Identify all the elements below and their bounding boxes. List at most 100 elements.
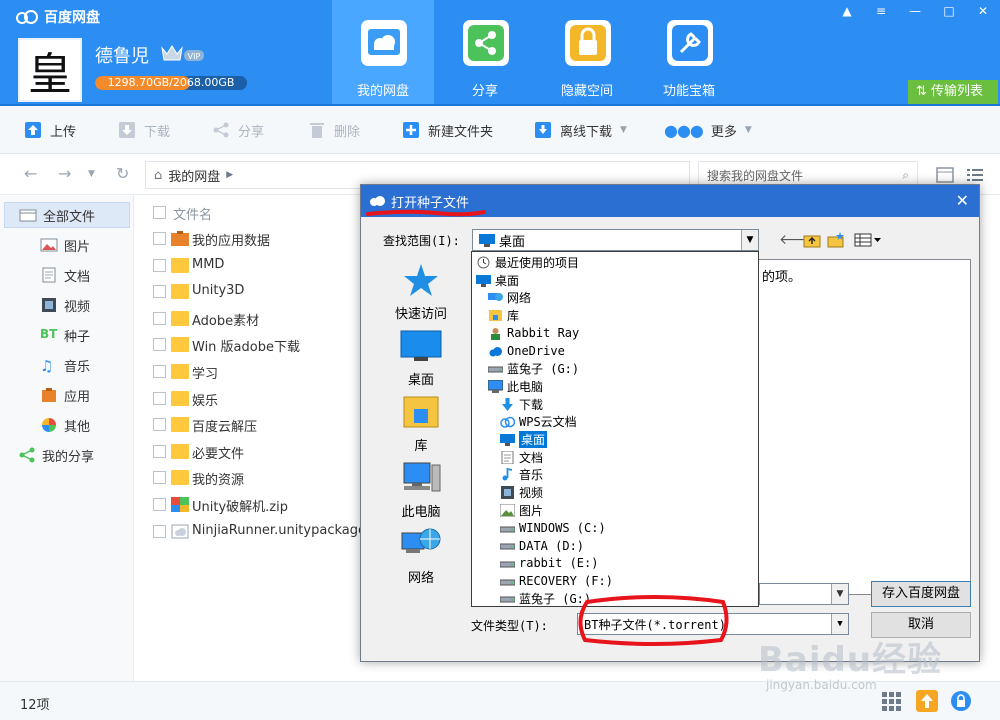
row-checkbox[interactable] (153, 311, 166, 325)
row-checkbox[interactable] (153, 444, 166, 458)
back-icon[interactable]: 🡐 (779, 231, 817, 249)
view-menu-icon[interactable] (853, 231, 883, 249)
menu-icon[interactable]: ≡ (864, 0, 898, 22)
file-name[interactable]: Unity3D (192, 283, 244, 298)
row-checkbox[interactable] (153, 524, 166, 538)
offline-download-button[interactable]: 离线下载 ▼ (534, 120, 627, 140)
sidebar-item-all-files[interactable]: 全部文件 (4, 202, 130, 228)
minimize-icon[interactable]: — (898, 0, 932, 22)
file-name[interactable]: 学习 (192, 363, 218, 382)
tab-hidden-space[interactable]: 隐藏空间 (536, 0, 638, 104)
save-to-baidu-button[interactable]: 存入百度网盘 (871, 581, 971, 607)
dropdown-item[interactable]: 音乐 (500, 466, 543, 483)
transfer-list-button[interactable]: ⇅ 传输列表 (908, 80, 998, 104)
place-this-pc[interactable]: 此电脑 (381, 461, 461, 523)
dialog-close-icon[interactable]: ✕ (956, 191, 969, 210)
file-name[interactable]: 我的资源 (192, 469, 244, 488)
chevron-down-icon[interactable]: ▼ (745, 125, 752, 135)
dropdown-item[interactable]: 此电脑 (488, 378, 543, 395)
maximize-icon[interactable]: □ (932, 0, 966, 22)
file-name[interactable]: Unity破解机.zip (192, 496, 288, 515)
sidebar-item-other[interactable]: 其他 (4, 412, 130, 438)
download-button[interactable]: 下载 (118, 120, 170, 140)
dropdown-item[interactable]: Rabbit Ray (488, 325, 579, 342)
row-checkbox[interactable] (153, 338, 166, 352)
dropdown-item[interactable]: 蓝兔子 (G:) (488, 360, 579, 377)
vip-badge-icon[interactable]: VIP (158, 42, 206, 64)
notification-icon[interactable]: ▲ (830, 0, 864, 22)
back-arrow-icon[interactable]: ← (24, 164, 37, 183)
chevron-down-icon[interactable]: ▼ (620, 125, 627, 135)
sidebar-item-images[interactable]: 图片 (4, 232, 130, 258)
row-checkbox[interactable] (153, 365, 166, 378)
chevron-down-icon[interactable]: ▼ (831, 614, 848, 634)
dropdown-item[interactable]: 桌面 (476, 272, 519, 289)
dropdown-item[interactable]: rabbit (E:) (500, 555, 598, 572)
upload-queue-icon[interactable] (916, 690, 938, 712)
dropdown-item[interactable]: 最近使用的项目 (476, 254, 579, 271)
dropdown-item[interactable]: 库 (488, 307, 519, 324)
column-header-name[interactable]: 文件名 (173, 204, 212, 223)
filename-combo[interactable]: ▼ (759, 583, 849, 605)
row-checkbox[interactable] (153, 471, 166, 485)
more-button[interactable]: ●●● 更多 ▼ (664, 120, 752, 140)
dropdown-item[interactable]: RECOVERY (F:) (500, 573, 613, 590)
sidebar-item-my-share[interactable]: 我的分享 (4, 442, 130, 468)
look-in-combo[interactable]: 桌面 ▼ (472, 229, 759, 251)
grid-view-icon[interactable] (880, 690, 902, 712)
dropdown-item[interactable]: 文档 (500, 449, 543, 466)
place-library[interactable]: 库 (381, 395, 461, 457)
dropdown-item[interactable]: 图片 (500, 502, 543, 519)
sidebar-item-torrents[interactable]: BT 种子 (4, 322, 130, 348)
file-name[interactable]: 娱乐 (192, 390, 218, 409)
row-checkbox[interactable] (153, 285, 166, 299)
file-name[interactable]: Adobe素材 (192, 310, 259, 329)
row-checkbox[interactable] (153, 258, 166, 272)
row-checkbox[interactable] (153, 498, 166, 511)
sidebar-item-music[interactable]: ♫ 音乐 (4, 352, 130, 378)
create-folder-icon[interactable] (827, 231, 845, 249)
new-folder-button[interactable]: 新建文件夹 (402, 120, 493, 140)
select-all-checkbox[interactable] (153, 206, 166, 219)
view-toggle-icon[interactable] (936, 167, 954, 183)
file-name[interactable]: NinjiaRunner.unitypackage (192, 523, 366, 538)
sidebar-item-videos[interactable]: 视频 (4, 292, 130, 318)
sidebar-item-documents[interactable]: 文档 (4, 262, 130, 288)
file-name[interactable]: MMD (192, 257, 224, 272)
dropdown-item[interactable]: 下载 (500, 396, 543, 413)
place-quick-access[interactable]: 快速访问 (381, 263, 461, 325)
place-desktop[interactable]: 桌面 (381, 329, 461, 391)
dropdown-item[interactable]: 网络 (488, 289, 531, 306)
chevron-down-icon[interactable]: ▼ (831, 584, 848, 604)
upload-button[interactable]: 上传 (24, 120, 76, 140)
dropdown-item[interactable]: 视频 (500, 484, 543, 501)
tab-my-drive[interactable]: 我的网盘 (332, 0, 434, 104)
dropdown-item[interactable]: WINDOWS (C:) (500, 520, 606, 537)
forward-arrow-icon[interactable]: → (58, 164, 71, 183)
row-checkbox[interactable] (153, 232, 166, 245)
delete-button[interactable]: 删除 (308, 120, 360, 140)
dropdown-item[interactable]: 桌面 (500, 431, 548, 448)
dropdown-item[interactable]: OneDrive (488, 343, 565, 360)
search-icon[interactable]: ⌕ (902, 168, 909, 183)
username[interactable]: 德鲁児 (95, 42, 149, 68)
sidebar-item-apps[interactable]: 应用 (4, 382, 130, 408)
breadcrumb-current[interactable]: 我的网盘 (168, 166, 220, 185)
file-name[interactable]: 我的应用数据 (192, 230, 270, 249)
dropdown-item[interactable]: DATA (D:) (500, 537, 584, 554)
close-icon[interactable]: ✕ (966, 0, 1000, 22)
avatar[interactable]: 皇 (18, 38, 82, 102)
place-network[interactable]: 网络 (381, 527, 461, 589)
chevron-down-icon[interactable]: ▼ (741, 230, 758, 250)
tab-share[interactable]: 分享 (434, 0, 536, 104)
file-name[interactable]: Win 版adobe下载 (192, 336, 300, 355)
lock-status-icon[interactable] (950, 690, 972, 712)
file-name[interactable]: 百度云解压 (192, 416, 257, 435)
up-folder-icon[interactable] (803, 231, 821, 249)
list-view-icon[interactable] (966, 167, 984, 183)
dropdown-item[interactable]: WPS云文档 (500, 413, 577, 430)
look-in-dropdown-list[interactable]: 最近使用的项目 桌面 网络库 Rabbit Ray OneDrive 蓝兔子 (G:) 此电… (471, 251, 759, 607)
file-name[interactable]: 必要文件 (192, 443, 244, 462)
home-icon[interactable]: ⌂ (154, 168, 162, 183)
tab-toolbox[interactable]: 功能宝箱 (638, 0, 740, 104)
